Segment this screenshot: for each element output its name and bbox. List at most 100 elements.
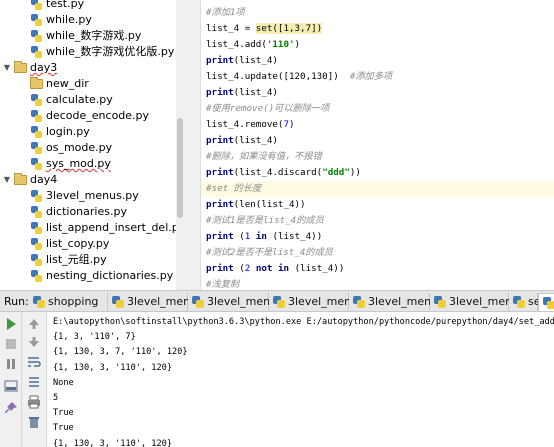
python-run-icon [513, 296, 525, 308]
python-run-icon [112, 296, 124, 308]
python-file-icon [31, 126, 42, 138]
wrap-icon[interactable] [26, 354, 42, 370]
run-toolbar-secondary [22, 312, 47, 447]
python-file-icon [31, 158, 42, 170]
tree-item-label: new_dir [46, 77, 89, 90]
code-line[interactable]: print(list_4) [201, 133, 554, 149]
tree-item-label: test.py [46, 0, 85, 10]
tree-item-label: while_数字游戏.py [46, 29, 142, 42]
code-line[interactable]: list_4 = set([1,3,7]) [201, 21, 554, 37]
run-tab[interactable]: set [509, 293, 545, 311]
code-line[interactable]: print(list_4.discard("ddd")) [201, 165, 554, 181]
tree-file[interactable]: sys_mod.py [0, 156, 176, 172]
run-tab[interactable]: 3level_menus [269, 293, 364, 311]
code-line[interactable]: print(len(list_4)) [201, 197, 554, 213]
tree-file[interactable]: nesting_dictionaries.py [0, 268, 176, 284]
python-file-icon [31, 270, 42, 282]
python-file-icon [31, 206, 42, 218]
code-line[interactable]: list_4.update([120,130]) #添加多项 [201, 69, 554, 85]
tree-file[interactable]: list_元组.py [0, 252, 176, 268]
tree-file[interactable]: calculate.py [0, 92, 176, 108]
code-token: print [206, 87, 234, 98]
python-run-icon [192, 296, 204, 308]
tree-file[interactable]: while_数字游戏优化版.py [0, 44, 176, 60]
code-token: list_4.add( [206, 39, 267, 50]
tree-item-label: dictionaries.py [46, 205, 127, 218]
editor-gutter [184, 0, 201, 290]
tree-file[interactable]: while_数字游戏.py [0, 28, 176, 44]
delete-icon[interactable] [26, 414, 42, 430]
tree-folder[interactable]: ▼ day4 [0, 172, 176, 188]
folder-icon [14, 173, 27, 185]
tree-item-label: nesting_dictionaries.py [46, 269, 174, 282]
code-token: (list_4)) [289, 263, 345, 274]
code-line[interactable]: print (1 in (list_4)) [201, 229, 554, 245]
code-line[interactable]: list_4.add('110') [201, 37, 554, 53]
expand-arrow-icon[interactable]: ▼ [2, 172, 12, 188]
python-run-icon [353, 296, 365, 308]
code-line[interactable]: print(list_4) [201, 85, 554, 101]
stop-icon[interactable] [3, 336, 19, 352]
pin-icon[interactable] [3, 400, 19, 416]
code-line[interactable]: print (2 not in (list_4)) [201, 261, 554, 277]
tree-file[interactable]: test.py [0, 0, 176, 12]
tree-file[interactable]: dictionaries.py [0, 204, 176, 220]
run-tab[interactable]: shopping [29, 293, 108, 311]
tree-folder[interactable]: new_dir [0, 76, 176, 92]
code-token: #测试2是否不是list_4的成员 [206, 247, 333, 258]
run-tab[interactable]: 3level_menus [349, 293, 444, 311]
code-line[interactable]: #浅复制 [201, 277, 554, 290]
pause-icon[interactable] [3, 356, 19, 372]
print-icon[interactable] [26, 394, 42, 410]
run-tab[interactable]: 3level_menus [430, 293, 525, 311]
python-file-icon [31, 190, 42, 202]
code-line[interactable]: #测试2是否不是list_4的成员 [201, 245, 554, 261]
code-editor[interactable]: #添加1项 list_4 = set([1,3,7]) list_4.add('11… [201, 0, 554, 290]
tree-file[interactable]: os_mode.py [0, 140, 176, 156]
tree-file[interactable]: list_append_insert_del.py [0, 220, 176, 236]
code-token: print [206, 199, 234, 210]
code-token: (list_4) [233, 55, 278, 66]
code-line[interactable]: #使用remove()可以删除一项 [201, 101, 554, 117]
run-tab-label: shopping [48, 295, 99, 308]
code-line[interactable]: list_4.remove(7) [201, 117, 554, 133]
tree-file[interactable]: list_copy.py [0, 236, 176, 252]
rerun-icon[interactable] [3, 316, 19, 332]
console-command-line: E:\autopython\softinstall\python3.6.3\py… [53, 317, 554, 327]
code-line[interactable]: #删除，如果没有值，不报错 [201, 149, 554, 165]
tree-file[interactable]: 3level_menus.py [0, 188, 176, 204]
python-file-icon [31, 238, 42, 250]
project-tree-scroll-thumb[interactable] [177, 118, 183, 218]
python-file-icon [31, 0, 42, 10]
code-line[interactable]: #测试1是否是list_4的成员 [201, 213, 554, 229]
tree-folder[interactable]: ▼ day3 [0, 60, 176, 76]
code-line[interactable]: #set 的长度 [201, 181, 554, 197]
code-line[interactable]: #添加1项 [201, 5, 554, 21]
scroll-end-icon[interactable] [26, 374, 42, 390]
layout-icon[interactable] [3, 378, 19, 394]
code-token: not in [255, 263, 290, 274]
python-file-icon [31, 14, 42, 26]
code-line[interactable]: print(list_4) [201, 53, 554, 69]
tree-file[interactable]: login.py [0, 124, 176, 140]
run-tab[interactable]: 3level_menus [188, 293, 283, 311]
project-tree[interactable]: test.py while.py while_数字游戏.py while_数字游戏优化… [0, 0, 176, 290]
code-token: (list_4)) [266, 231, 323, 242]
code-token: #添加多项 [349, 71, 393, 82]
expand-arrow-icon[interactable]: ▼ [2, 60, 12, 76]
scroll-down-icon[interactable] [26, 334, 42, 350]
code-token: set([1,3,7]) [255, 23, 323, 34]
tree-file[interactable]: decode_encode.py [0, 108, 176, 124]
scroll-up-icon[interactable] [26, 316, 42, 332]
console-output-line: True [53, 423, 74, 434]
run-console-output[interactable]: E:\autopython\softinstall\python3.6.3\py… [47, 312, 554, 447]
run-tab[interactable] [538, 293, 554, 311]
code-token: ) [294, 39, 301, 50]
code-token: #set 的长度 [206, 183, 262, 194]
console-output-line: 5 [53, 393, 59, 403]
code-token: '110' [266, 39, 295, 50]
folder-icon [30, 77, 43, 89]
project-tree-scrollbar[interactable] [176, 0, 184, 290]
tree-file[interactable]: while.py [0, 12, 176, 28]
run-tab[interactable]: 3level_menus [108, 293, 203, 311]
